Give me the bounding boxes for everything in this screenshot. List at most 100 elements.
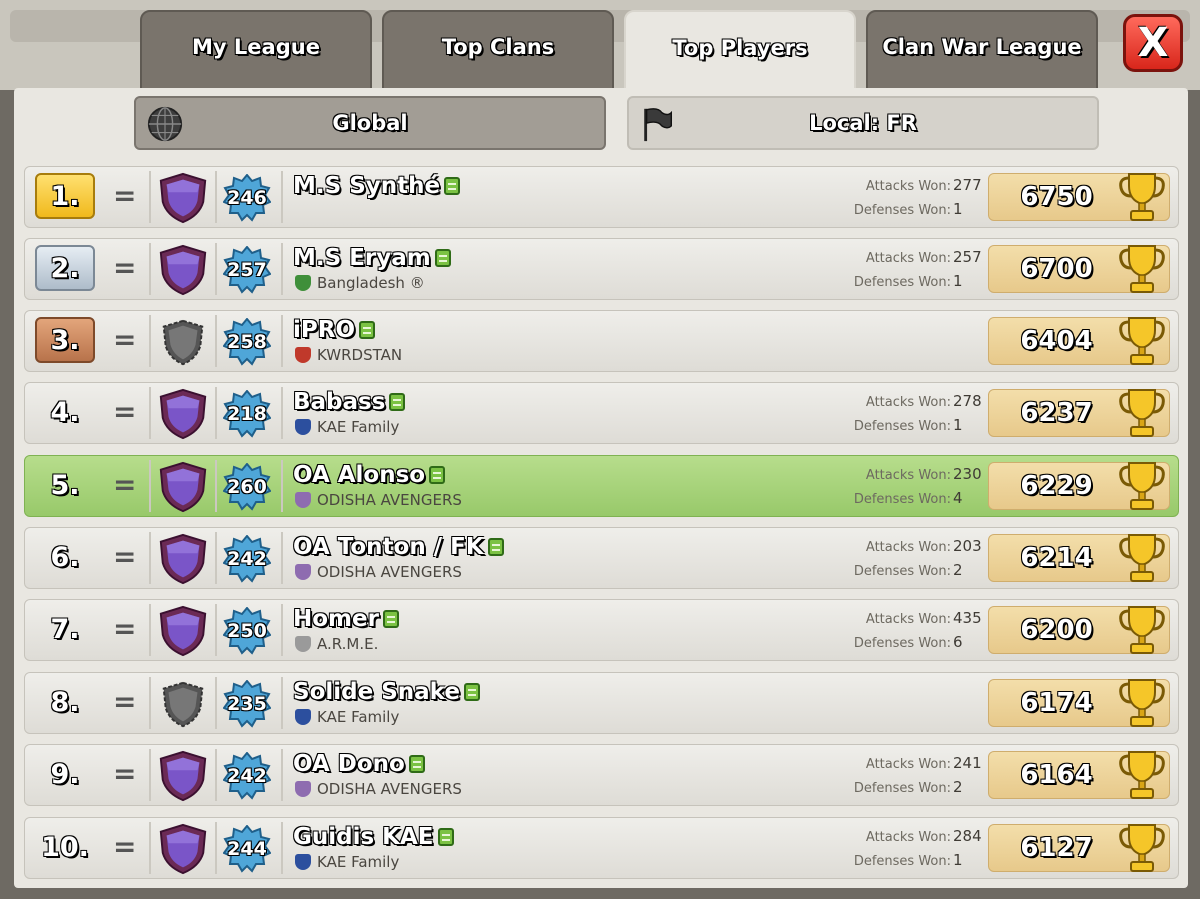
trophy-icon bbox=[1119, 462, 1165, 510]
clan-badge-icon bbox=[295, 781, 311, 797]
defenses-won-label: Defenses Won: bbox=[853, 203, 951, 218]
profile-book-icon[interactable] bbox=[444, 177, 461, 195]
player-row[interactable]: 4. = 218 Babass KAE Family Attacks Won: 2… bbox=[24, 382, 1179, 444]
rank-badge: 2. bbox=[35, 245, 95, 291]
defenses-won-value: 1 bbox=[953, 416, 963, 434]
clan-label: ODISHA AVENGERS bbox=[317, 491, 462, 509]
defenses-won-value: 4 bbox=[953, 489, 963, 507]
rank-badge: 5. bbox=[50, 469, 80, 501]
profile-book-icon[interactable] bbox=[429, 466, 446, 484]
xp-level: 250 bbox=[227, 620, 267, 642]
player-name[interactable]: OA Alonso bbox=[293, 460, 446, 490]
player-row[interactable]: 7. = 250 Homer A.R.M.E. Attacks Won: 435 … bbox=[24, 599, 1179, 661]
profile-book-icon[interactable] bbox=[408, 755, 425, 773]
local-filter-label: Local: FR bbox=[809, 111, 917, 135]
tab-my-league[interactable]: My League bbox=[140, 10, 372, 90]
league-shield-icon bbox=[155, 315, 211, 369]
player-name[interactable]: Solide Snake bbox=[293, 677, 480, 707]
trophy-icon bbox=[1119, 245, 1165, 293]
trophy-count: 6164 bbox=[1020, 760, 1093, 790]
rank-badge: 9. bbox=[50, 758, 80, 790]
defenses-won-value: 1 bbox=[953, 272, 963, 290]
player-row[interactable]: 3. = 258 iPRO KWRDSTAN 6404 bbox=[24, 310, 1179, 372]
tab-top-clans[interactable]: Top Clans bbox=[382, 10, 614, 90]
clan-name[interactable]: ODISHA AVENGERS bbox=[295, 561, 462, 583]
trophy-count-box: 6700 bbox=[988, 245, 1170, 293]
player-row[interactable]: 9. = 242 OA Dono ODISHA AVENGERS Attacks… bbox=[24, 744, 1179, 806]
player-row[interactable]: 5. = 260 OA Alonso ODISHA AVENGERS Attac… bbox=[24, 455, 1179, 517]
trophy-count: 6229 bbox=[1020, 471, 1093, 501]
profile-book-icon[interactable] bbox=[437, 828, 454, 846]
clan-name[interactable]: KAE Family bbox=[295, 416, 399, 438]
player-row[interactable]: 10. = 244 Guidis KAE KAE Family Attacks … bbox=[24, 817, 1179, 879]
rank-badge: 1. bbox=[35, 173, 95, 219]
league-shield-icon bbox=[155, 243, 211, 297]
clan-badge-icon bbox=[295, 347, 311, 363]
player-stats: Attacks Won: 435 Defenses Won: 6 bbox=[805, 606, 985, 656]
profile-book-icon[interactable] bbox=[487, 538, 504, 556]
player-stats: Attacks Won: 257 Defenses Won: 1 bbox=[805, 245, 985, 295]
clan-label: Bangladesh ® bbox=[317, 274, 425, 292]
player-name[interactable]: Homer bbox=[293, 604, 399, 634]
trophy-count-box: 6214 bbox=[988, 534, 1170, 582]
rank-trend-icon: = bbox=[113, 540, 137, 573]
clan-name[interactable]: Bangladesh ® bbox=[295, 272, 425, 294]
attacks-won-value: 203 bbox=[953, 537, 982, 555]
trophy-count: 6700 bbox=[1020, 254, 1093, 284]
player-name[interactable]: M.S Eryam bbox=[293, 243, 451, 273]
player-name[interactable]: Babass bbox=[293, 387, 406, 417]
tab-clan-war-league[interactable]: Clan War League bbox=[866, 10, 1098, 90]
clan-label: KAE Family bbox=[317, 418, 400, 436]
player-stats: Attacks Won: 284 Defenses Won: 1 bbox=[805, 824, 985, 874]
player-name-text: OA Alonso bbox=[293, 462, 426, 488]
player-row[interactable]: 8. = 235 Solide Snake KAE Family 6174 bbox=[24, 672, 1179, 734]
league-shield-icon bbox=[155, 460, 211, 514]
player-name-text: OA Dono bbox=[293, 751, 405, 777]
player-name[interactable]: OA Dono bbox=[293, 749, 425, 779]
rank-badge: 8. bbox=[50, 686, 80, 718]
global-filter-button[interactable]: Global bbox=[134, 96, 606, 150]
attacks-won-label: Attacks Won: bbox=[865, 468, 951, 483]
player-name[interactable]: M.S Synthé bbox=[293, 171, 461, 201]
player-name-text: Babass bbox=[293, 389, 386, 415]
player-name-text: M.S Synthé bbox=[293, 173, 441, 199]
profile-book-icon[interactable] bbox=[463, 683, 480, 701]
xp-level: 260 bbox=[227, 476, 267, 498]
profile-book-icon[interactable] bbox=[434, 249, 451, 267]
player-row[interactable]: 2. = 257 M.S Eryam Bangladesh ® Attacks … bbox=[24, 238, 1179, 300]
profile-book-icon[interactable] bbox=[359, 321, 376, 339]
xp-level: 235 bbox=[227, 693, 267, 715]
clan-name[interactable]: ODISHA AVENGERS bbox=[295, 489, 462, 511]
league-shield-icon bbox=[155, 822, 211, 876]
trophy-count-box: 6164 bbox=[988, 751, 1170, 799]
profile-book-icon[interactable] bbox=[382, 610, 399, 628]
rank-badge: 4. bbox=[50, 396, 80, 428]
trophy-count: 6174 bbox=[1020, 688, 1093, 718]
trophy-count-box: 6127 bbox=[988, 824, 1170, 872]
profile-book-icon[interactable] bbox=[389, 393, 406, 411]
clan-name[interactable]: ODISHA AVENGERS bbox=[295, 778, 462, 800]
player-name[interactable]: OA Tonton / FK bbox=[293, 532, 504, 562]
player-name-text: M.S Eryam bbox=[293, 245, 431, 271]
clan-name[interactable]: KAE Family bbox=[295, 706, 399, 728]
defenses-won-value: 2 bbox=[953, 561, 963, 579]
clan-name[interactable]: KAE Family bbox=[295, 851, 399, 873]
rank-badge: 10. bbox=[41, 831, 89, 863]
attacks-won-label: Attacks Won: bbox=[865, 830, 951, 845]
defenses-won-label: Defenses Won: bbox=[853, 564, 951, 579]
clan-badge-icon bbox=[295, 492, 311, 508]
clan-name[interactable]: KWRDSTAN bbox=[295, 344, 402, 366]
clan-label: A.R.M.E. bbox=[317, 635, 379, 653]
defenses-won-label: Defenses Won: bbox=[853, 492, 951, 507]
player-name[interactable]: Guidis KAE bbox=[293, 822, 454, 852]
local-filter-button[interactable]: Local: FR bbox=[627, 96, 1099, 150]
league-shield-icon bbox=[155, 677, 211, 731]
attacks-won-value: 277 bbox=[953, 176, 982, 194]
clan-name[interactable]: A.R.M.E. bbox=[295, 633, 378, 655]
rank-badge: 7. bbox=[50, 613, 80, 645]
tab-top-players[interactable]: Top Players bbox=[624, 10, 856, 92]
player-row[interactable]: 6. = 242 OA Tonton / FK ODISHA AVENGERS … bbox=[24, 527, 1179, 589]
close-button[interactable]: X bbox=[1123, 14, 1183, 72]
player-name[interactable]: iPRO bbox=[293, 315, 376, 345]
player-row[interactable]: 1. = 246 M.S Synthé Attacks Won: 277 Defe… bbox=[24, 166, 1179, 228]
